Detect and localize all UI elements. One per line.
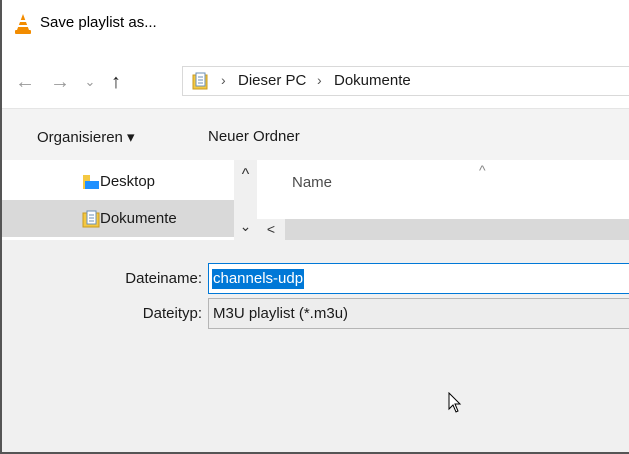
- scroll-up-chevron-icon[interactable]: ^: [234, 166, 257, 184]
- recent-locations-chevron-icon[interactable]: ⌄: [82, 70, 98, 94]
- filetype-label: Dateityp:: [142, 305, 202, 322]
- documents-location-icon: [192, 72, 208, 90]
- nav-item-label: Desktop: [100, 173, 156, 190]
- filetype-select[interactable]: M3U playlist (*.m3u): [208, 298, 629, 329]
- vlc-cone-icon: [15, 14, 31, 34]
- address-bar[interactable]: › Dieser PC › Dokumente: [182, 66, 629, 96]
- desktop-folder-icon: [83, 175, 99, 189]
- scroll-down-chevron-icon[interactable]: ⌄: [234, 218, 257, 235]
- nav-item-desktop[interactable]: Desktop: [2, 163, 234, 200]
- horizontal-scrollbar[interactable]: <: [257, 219, 629, 240]
- title-bar: Save playlist as...: [2, 0, 629, 62]
- dialog-title: Save playlist as...: [40, 14, 157, 31]
- sort-caret-icon: ^: [479, 162, 486, 178]
- documents-folder-icon: [82, 210, 100, 228]
- column-header-name[interactable]: Name: [292, 174, 332, 191]
- scroll-left-chevron-icon[interactable]: <: [257, 219, 285, 240]
- filename-label: Dateiname:: [125, 270, 202, 287]
- breadcrumb-separator-icon: ›: [317, 72, 322, 88]
- breadcrumb-documents[interactable]: Dokumente: [334, 72, 411, 89]
- forward-arrow-icon[interactable]: →: [49, 70, 71, 94]
- back-arrow-icon[interactable]: ←: [14, 70, 36, 94]
- new-folder-button[interactable]: Neuer Ordner: [208, 128, 300, 145]
- nav-item-label: Dokumente: [100, 210, 177, 227]
- navigation-pane: Desktop Dokumente ^ ⌄: [2, 160, 257, 240]
- filetype-selected-value: M3U playlist (*.m3u): [213, 305, 349, 322]
- navigation-bar: ← → ⌄ ↑ › Dieser PC › Dokumente: [2, 62, 629, 104]
- up-arrow-icon[interactable]: ↑: [106, 70, 126, 94]
- breadcrumb-this-pc[interactable]: Dieser PC: [238, 72, 306, 89]
- save-form-area: Dateiname: channels-udp Dateityp: M3U pl…: [2, 240, 629, 452]
- command-toolbar: Organisieren ▾ Neuer Ordner: [2, 108, 629, 161]
- nav-pane-scrollbar[interactable]: ^ ⌄: [234, 160, 257, 240]
- mouse-pointer-icon: [448, 392, 462, 413]
- save-dialog: Save playlist as... ← → ⌄ ↑ › Dieser PC …: [0, 0, 629, 454]
- file-list-pane: ^ Name <: [257, 160, 629, 240]
- breadcrumb-separator-icon: ›: [221, 72, 226, 88]
- filename-input[interactable]: channels-udp: [208, 263, 629, 294]
- filename-selected-text: channels-udp: [212, 269, 305, 289]
- organize-button[interactable]: Organisieren ▾: [37, 128, 135, 146]
- nav-item-documents[interactable]: Dokumente: [2, 200, 234, 237]
